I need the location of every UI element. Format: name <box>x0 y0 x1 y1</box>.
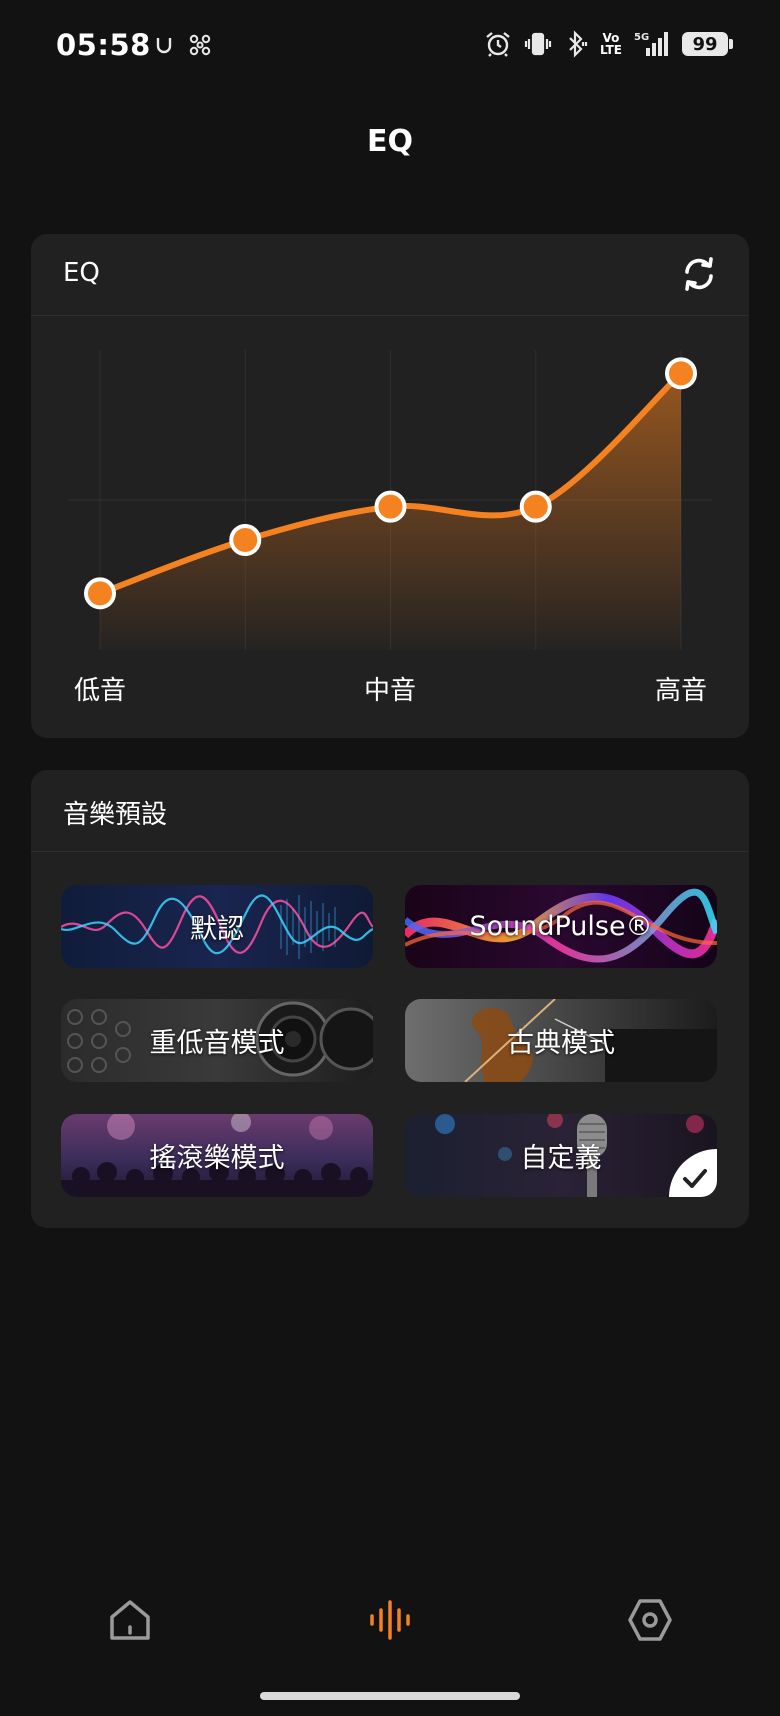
preset-rock-label: 搖滾樂模式 <box>149 1143 285 1174</box>
equalizer-icon <box>370 1600 410 1640</box>
preset-bass-label: 重低音模式 <box>149 1028 285 1059</box>
preset-rock[interactable]: 搖滾樂模式 <box>61 1114 373 1197</box>
screen: 05:58 Vo LTE 5G 99 EQ EQ 低音 中音 高音 音樂預設 默… <box>0 0 780 1716</box>
presets-card-header: 音樂預設 <box>31 770 749 852</box>
band-label-mid: 中音 <box>363 676 417 706</box>
presets-card-title: 音樂預設 <box>63 800 168 830</box>
preset-classical[interactable]: 古典模式 <box>405 999 717 1082</box>
eq-band-handle-4[interactable] <box>519 490 552 523</box>
preset-classical-label: 古典模式 <box>507 1028 615 1059</box>
home-indicator[interactable] <box>260 1692 520 1700</box>
eq-chart[interactable] <box>0 0 780 720</box>
eq-band-handle-5[interactable] <box>665 357 697 390</box>
eq-band-handle-1[interactable] <box>84 577 116 610</box>
nav-settings[interactable] <box>620 1590 680 1650</box>
nav-home[interactable] <box>100 1590 160 1650</box>
band-label-bass: 低音 <box>73 676 127 706</box>
preset-soundpulse-label: SoundPulse® <box>469 911 653 942</box>
bottom-nav <box>0 1590 780 1670</box>
band-label-treble: 高音 <box>654 676 708 706</box>
preset-custom[interactable]: 自定義 <box>405 1114 717 1197</box>
nav-equalizer[interactable] <box>360 1590 420 1650</box>
preset-default-label: 默認 <box>190 914 244 945</box>
presets-card: 音樂預設 默認 SoundPulse® 重低音模式 古典模式 搖滾樂模式 自定義 <box>31 770 749 1228</box>
selected-check-icon <box>669 1149 717 1197</box>
preset-soundpulse[interactable]: SoundPulse® <box>405 885 717 968</box>
preset-default[interactable]: 默認 <box>61 885 373 968</box>
preset-bass[interactable]: 重低音模式 <box>61 999 373 1082</box>
eq-band-handle-2[interactable] <box>229 524 262 556</box>
settings-icon <box>628 1599 672 1641</box>
eq-band-handle-3[interactable] <box>374 490 407 523</box>
home-icon <box>110 1600 150 1640</box>
